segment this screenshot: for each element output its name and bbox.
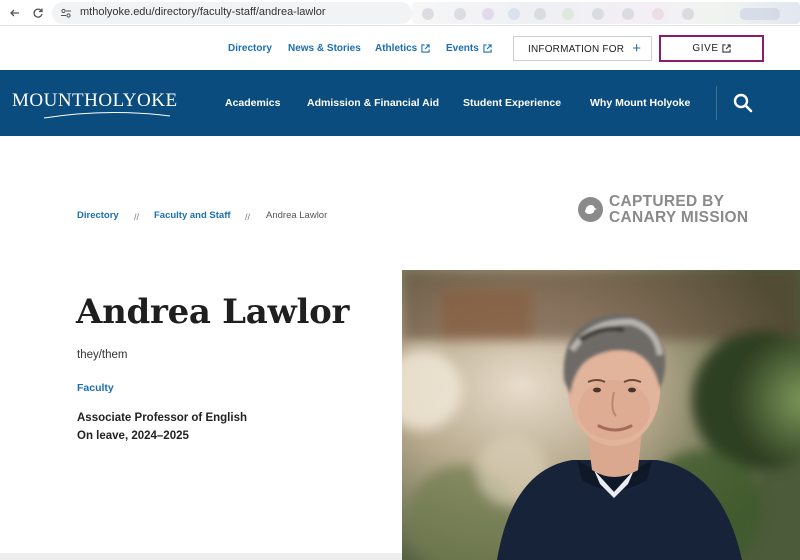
back-arrow-icon[interactable] [6, 4, 24, 22]
site-settings-icon[interactable] [60, 7, 72, 19]
breadcrumb-current: Andrea Lawlor [266, 210, 328, 221]
address-bar[interactable]: mtholyoke.edu/directory/faculty-staff/an… [52, 2, 412, 24]
profile-title: Associate Professor of English [77, 412, 247, 424]
nav-item-academics[interactable]: Academics [225, 97, 280, 109]
canary-logo-icon [578, 197, 603, 222]
breadcrumb-faculty-staff[interactable]: Faculty and Staff [154, 210, 231, 221]
watermark-line-2: CANARY MISSION [609, 209, 749, 226]
reload-icon[interactable] [29, 4, 47, 22]
nav-divider [716, 86, 717, 120]
url-text: mtholyoke.edu/directory/faculty-staff/an… [80, 6, 326, 18]
breadcrumb-directory[interactable]: Directory [77, 210, 119, 221]
utility-link-label: Directory [228, 43, 272, 54]
browser-toolbar: mtholyoke.edu/directory/faculty-staff/an… [0, 0, 800, 26]
search-button[interactable] [732, 92, 754, 114]
canary-mission-watermark: CAPTURED BY CANARY MISSION [578, 193, 748, 229]
utility-link-label: News & Stories [288, 43, 361, 54]
main-navigation: MOUNTHOLYOKE Academics Admission & Finan… [0, 70, 800, 136]
utility-link-events[interactable]: Events [446, 43, 492, 54]
profile-photo [402, 270, 800, 560]
breadcrumb-separator: // [245, 212, 251, 222]
external-link-icon [483, 44, 492, 53]
nav-item-why-mount-holyoke[interactable]: Why Mount Holyoke [590, 97, 690, 109]
external-link-icon [722, 44, 731, 53]
information-for-dropdown[interactable]: INFORMATION FOR + [513, 36, 652, 61]
give-button[interactable]: GIVE [659, 35, 764, 62]
utility-link-label: Events [446, 43, 479, 54]
page-bottom-strip [0, 553, 402, 560]
portrait-illustration [402, 270, 800, 560]
search-icon [733, 93, 753, 113]
external-link-icon [421, 44, 430, 53]
utility-link-athletics[interactable]: Athletics [375, 43, 430, 54]
blurred-toolbar-extensions [412, 2, 800, 24]
give-label: GIVE [692, 43, 719, 54]
information-for-label: INFORMATION FOR [528, 44, 625, 55]
profile-leave-status: On leave, 2024–2025 [77, 430, 189, 442]
nav-item-student-experience[interactable]: Student Experience [463, 97, 561, 109]
mount-holyoke-logo[interactable]: MOUNTHOLYOKE [12, 88, 184, 120]
profile-category: Faculty [77, 382, 114, 394]
logo-wordmark: MOUNTHOLYOKE [12, 90, 178, 111]
utility-link-label: Athletics [375, 43, 418, 54]
nav-item-admission[interactable]: Admission & Financial Aid [307, 97, 439, 109]
utility-navigation: Directory News & Stories Athletics Event… [0, 26, 800, 70]
breadcrumb-separator: // [134, 212, 140, 222]
utility-link-directory[interactable]: Directory [228, 43, 272, 54]
logo-swoosh-icon [43, 111, 171, 119]
utility-link-news[interactable]: News & Stories [288, 43, 361, 54]
profile-name: Andrea Lawlor [76, 292, 350, 332]
profile-pronouns: they/them [77, 349, 128, 361]
plus-icon: + [632, 40, 641, 57]
